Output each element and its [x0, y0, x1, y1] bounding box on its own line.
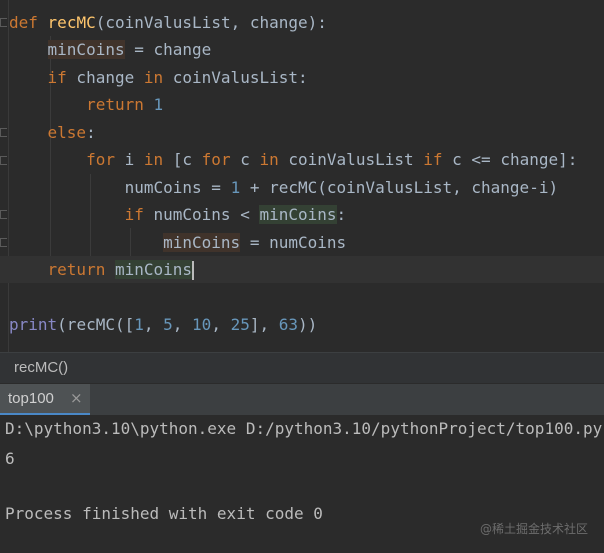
variable-highlight: minCoins [114, 260, 193, 279]
tab-label: top100 [8, 390, 54, 407]
code-line-9[interactable]: minCoins = numCoins [9, 229, 346, 256]
code-text: c <= change]: [442, 150, 578, 169]
tab-run-top100[interactable]: top100 × [0, 384, 90, 415]
code-line-3[interactable]: if change in coinValusList: [9, 64, 308, 91]
fold-marker-icon[interactable] [0, 238, 7, 247]
code-line-8[interactable]: if numCoins < minCoins: [9, 201, 346, 228]
variable-highlight: minCoins [47, 40, 125, 59]
code-line-1[interactable]: def recMC(coinValusList, change): [9, 9, 327, 36]
code-text: (coinValusList, change): [95, 13, 327, 32]
close-icon[interactable]: × [70, 389, 83, 407]
keyword: in [143, 68, 164, 87]
code-line-10[interactable]: return minCoins [0, 256, 604, 283]
code-text: ], [249, 315, 279, 334]
code-line-7[interactable]: numCoins = 1 + recMC(coinValusList, chan… [9, 174, 559, 201]
code-text: , [172, 315, 193, 334]
keyword: in [143, 150, 164, 169]
code-text: , [143, 315, 164, 334]
code-text: : [336, 205, 347, 224]
number-literal: 63 [278, 315, 299, 334]
code-text: coinValusList: [163, 68, 308, 87]
code-text: change [66, 68, 144, 87]
code-text: numCoins < [143, 205, 260, 224]
number-literal: 1 [230, 178, 241, 197]
variable-highlight: minCoins [259, 205, 337, 224]
function-name: recMC [47, 13, 96, 32]
number-literal: 25 [230, 315, 250, 334]
code-line-12[interactable]: print(recMC([1, 5, 10, 25], 63)) [9, 311, 317, 338]
console-exit-line: Process finished with exit code 0 [5, 504, 323, 523]
number-literal: 1 [153, 95, 164, 114]
keyword: in [259, 150, 279, 169]
breadcrumb-bar: recMC() [0, 352, 604, 383]
console-output-line: 6 [5, 449, 15, 468]
code-text: : [86, 123, 96, 142]
keyword: else [47, 123, 87, 142]
number-literal: 1 [134, 315, 144, 334]
code-text: (recMC([ [57, 315, 135, 334]
console-command-line: D:\python3.10\python.exe D:/python3.10/p… [5, 419, 603, 438]
number-literal: 5 [163, 315, 173, 334]
code-text: [c [163, 150, 202, 169]
variable-highlight: minCoins [163, 233, 241, 252]
keyword: if [124, 205, 144, 224]
keyword: if [423, 150, 443, 169]
code-line-4[interactable]: return 1 [9, 91, 163, 118]
code-text: c [230, 150, 260, 169]
code-text: )) [298, 315, 318, 334]
run-tool-window-tabs: top100 × [0, 383, 604, 415]
keyword: for [86, 150, 115, 169]
code-text: = numCoins [240, 233, 347, 252]
keyword: for [201, 150, 231, 169]
code-text: i [114, 150, 144, 169]
fold-marker-icon[interactable] [0, 210, 7, 219]
keyword: return [86, 95, 144, 114]
code-text: , [211, 315, 231, 334]
keyword: return [47, 260, 106, 279]
code-line-5[interactable]: else: [9, 119, 96, 146]
number-literal: 10 [192, 315, 212, 334]
keyword: if [47, 68, 67, 87]
watermark: @稀土掘金技术社区 [479, 522, 588, 536]
fold-marker-icon[interactable] [0, 18, 7, 27]
code-text: + recMC(coinValusList, change-i) [240, 178, 559, 197]
code-text: coinValusList [278, 150, 424, 169]
code-editor[interactable]: def recMC(coinValusList, change): minCoi… [0, 0, 604, 352]
code-text: = change [124, 40, 212, 59]
fold-marker-icon[interactable] [0, 156, 7, 165]
code-line-6[interactable]: for i in [c for c in coinValusList if c … [9, 146, 577, 173]
keyword: def [9, 13, 38, 32]
code-line-2[interactable]: minCoins = change [9, 36, 211, 63]
builtin-function: print [9, 315, 58, 334]
text-cursor [192, 261, 195, 280]
code-text: numCoins = [124, 178, 231, 197]
fold-marker-icon[interactable] [0, 128, 7, 137]
breadcrumb[interactable]: recMC() [14, 359, 68, 376]
